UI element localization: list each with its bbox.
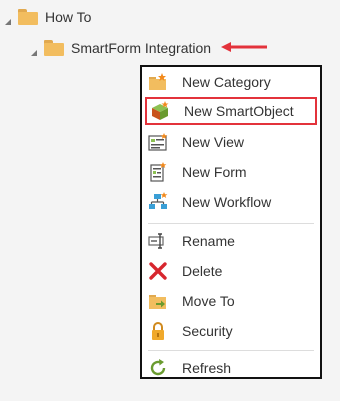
new-category-icon (147, 71, 169, 93)
menu-item-delete[interactable]: Delete (145, 257, 317, 285)
menu-item-rename[interactable]: Rename (145, 227, 317, 255)
rename-icon (147, 230, 169, 252)
menu-item-security[interactable]: Security (145, 317, 317, 345)
folder-icon (18, 9, 38, 25)
menu-item-new-form[interactable]: New Form (145, 158, 317, 186)
lock-icon (147, 320, 169, 342)
menu-separator (148, 350, 314, 351)
tree-node-how-to[interactable]: How To (4, 6, 91, 28)
new-view-icon (147, 131, 169, 153)
menu-item-new-smartobject[interactable]: New SmartObject (145, 97, 317, 125)
menu-item-label: New View (182, 134, 244, 150)
menu-item-label: Delete (182, 263, 223, 279)
folder-icon (44, 40, 64, 56)
annotation-arrow-icon (219, 40, 269, 56)
tree-node-smartform-integration[interactable]: SmartForm Integration (30, 37, 269, 59)
tree-node-label: SmartForm Integration (71, 40, 212, 56)
new-workflow-icon (147, 191, 169, 213)
menu-item-label: New Form (182, 164, 247, 180)
menu-item-label: New Category (182, 74, 271, 90)
menu-separator (148, 223, 314, 224)
menu-item-new-category[interactable]: New Category (145, 68, 317, 96)
menu-item-label: Refresh (182, 360, 232, 376)
menu-item-new-workflow[interactable]: New Workflow (145, 188, 317, 216)
refresh-icon (147, 357, 169, 379)
menu-item-label: Rename (182, 233, 235, 249)
expand-toggle-icon[interactable] (30, 44, 38, 56)
menu-item-label: New Workflow (182, 194, 272, 210)
new-smartobject-icon (149, 100, 171, 122)
expand-toggle-icon[interactable] (4, 13, 12, 25)
menu-item-move-to[interactable]: Move To (145, 287, 317, 315)
menu-item-label: New SmartObject (184, 103, 294, 119)
new-form-icon (147, 161, 169, 183)
menu-item-label: Security (182, 323, 233, 339)
menu-item-new-view[interactable]: New View (145, 128, 317, 156)
menu-item-refresh[interactable]: Refresh (145, 354, 317, 382)
menu-item-label: Move To (182, 293, 235, 309)
move-to-icon (147, 290, 169, 312)
context-menu: New Category New SmartObject New View Ne… (140, 65, 322, 379)
delete-icon (147, 260, 169, 282)
tree-node-label: How To (45, 9, 92, 25)
